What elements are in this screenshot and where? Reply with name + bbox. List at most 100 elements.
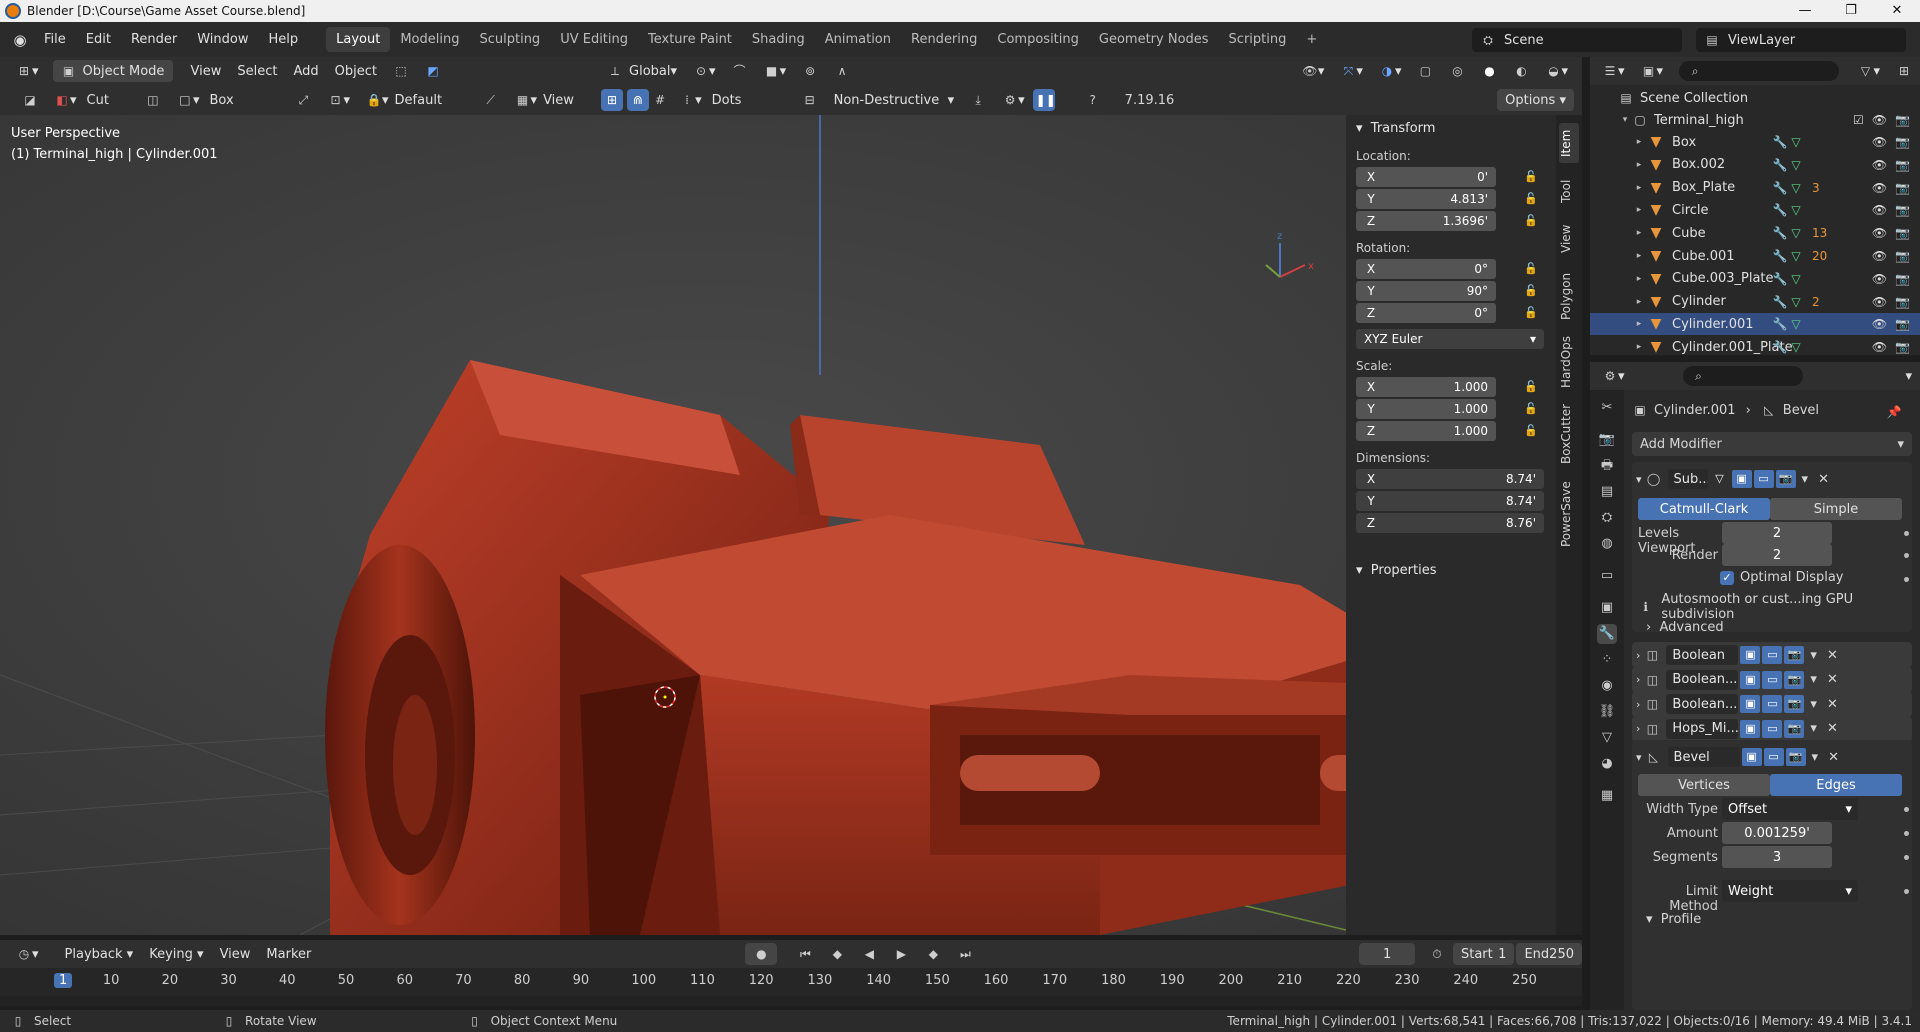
expand-icon[interactable]: ▸ — [1632, 297, 1646, 307]
snap-toggle[interactable]: ⌒ — [724, 60, 756, 82]
outliner-item[interactable]: ▸ ▼ Box_Plate 🔧 ▽ 3 👁 📷 — [1590, 177, 1920, 199]
collapse-icon[interactable]: ▾ — [1618, 115, 1632, 125]
edit-mode-icon[interactable]: ▣ — [1731, 470, 1752, 488]
edit-mode-icon[interactable]: ▣ — [1740, 646, 1761, 664]
width-type-dropdown[interactable]: Offset ▾ — [1722, 798, 1858, 820]
timeline-scrollbar[interactable] — [0, 996, 1582, 1006]
menu-window[interactable]: Window — [187, 32, 258, 47]
modifier-name-field[interactable]: Boolean.... — [1666, 669, 1739, 690]
scene-collection-row[interactable]: ▤ Scene Collection — [1590, 87, 1920, 109]
menu-playback[interactable]: Playback ▾ — [57, 943, 142, 965]
grid-toggle[interactable]: # — [649, 89, 671, 111]
camera-icon[interactable]: 📷 — [1895, 249, 1910, 263]
expand-icon[interactable]: › — [1636, 722, 1640, 735]
expand-icon[interactable]: › — [1636, 649, 1640, 662]
tab-polygon[interactable]: Polygon — [1559, 267, 1579, 325]
location-y-field[interactable]: Y 4.813' — [1356, 189, 1496, 209]
draw-mode-button[interactable]: ⤢ — [287, 89, 319, 111]
chevron-down-icon[interactable]: ▾ — [1810, 648, 1817, 663]
outliner-item[interactable]: ▸ ▼ Cylinder.001_Plate 🔧 ▽ 👁 📷 — [1590, 336, 1920, 355]
location-x-field[interactable]: X 0' — [1356, 167, 1496, 187]
segments-field[interactable]: 3 — [1722, 846, 1832, 868]
view-dropdown[interactable]: ▦ ▾ View — [507, 89, 602, 111]
tab-powersave[interactable]: PowerSave — [1559, 477, 1579, 551]
navigation-gizmo[interactable]: z x — [1265, 231, 1314, 278]
menu-object[interactable]: Object — [327, 60, 385, 82]
prev-keyframe-button[interactable]: ◆ — [821, 943, 853, 965]
viewport-display-icon[interactable]: ▭ — [1762, 695, 1783, 713]
dimension-y-field[interactable]: Y 8.74' — [1356, 491, 1544, 511]
tab-uv-editing[interactable]: UV Editing — [550, 27, 638, 52]
modifier-row[interactable]: › ◫ Hops_Mi... ▣ ▭ 📷 ▾ ✕ — [1632, 715, 1912, 742]
menu-render[interactable]: Render — [121, 32, 187, 47]
eye-icon[interactable]: 👁 — [1872, 249, 1887, 263]
expand-icon[interactable]: › — [1636, 698, 1640, 711]
minimize-button[interactable]: — — [1782, 0, 1828, 22]
destructive-icon-button[interactable]: ⊟ — [794, 89, 826, 111]
eye-icon[interactable]: 👁 — [1872, 158, 1887, 172]
expand-icon[interactable]: ▸ — [1632, 251, 1646, 261]
orientation-dropdown[interactable]: ⟂ Global ▾ — [599, 60, 685, 82]
outliner-search-input[interactable]: ⌕ — [1679, 61, 1840, 81]
tool-tab-icon[interactable]: ✂ — [1597, 398, 1617, 418]
modifier-row[interactable]: › ◫ Boolean.... ▣ ▭ 📷 ▾ ✕ — [1632, 691, 1912, 717]
overlays-toggle[interactable]: ◑ ▾ — [1371, 60, 1410, 82]
keyframe-dot-icon[interactable] — [1904, 807, 1909, 812]
camera-icon[interactable]: 📷 — [1895, 226, 1910, 240]
rotation-z-field[interactable]: Z 0° — [1356, 303, 1496, 323]
outliner-item[interactable]: ▸ ▼ Box.002 🔧 ▽ 👁 📷 — [1590, 154, 1920, 176]
tab-hardops[interactable]: HardOps — [1559, 333, 1579, 391]
timeline-ruler[interactable]: 1 10 20 30 40 50 60 70 80 90 100 110 120 130 140 150 160… — [0, 968, 1582, 996]
shading-rendered[interactable]: ◒ ▾ — [1537, 60, 1576, 82]
current-frame-field[interactable]: 1 — [1359, 943, 1415, 965]
menu-timeline-view[interactable]: View — [212, 943, 259, 965]
optimal-display-checkbox[interactable]: ✓ Optimal Display — [1720, 570, 1844, 585]
preview-range-toggle[interactable]: ⏱ — [1421, 943, 1453, 965]
tab-modeling[interactable]: Modeling — [390, 27, 469, 52]
tab-view[interactable]: View — [1559, 219, 1579, 259]
rotation-mode-dropdown[interactable]: XYZ Euler ▾ — [1356, 329, 1544, 349]
render-icon[interactable]: 📷 — [1784, 646, 1805, 664]
affect-only-button[interactable]: ◩ — [417, 60, 449, 82]
constraints-tab-icon[interactable]: ⛓ — [1597, 702, 1617, 722]
menu-edit[interactable]: Edit — [76, 32, 121, 47]
properties-search-input[interactable]: ⌕ — [1682, 366, 1803, 386]
expand-icon[interactable]: ▸ — [1632, 205, 1646, 215]
box-dropdown[interactable]: □ ▾ Box — [169, 89, 288, 111]
modifier-row[interactable]: › ◫ Boolean ▣ ▭ 📷 ▾ ✕ — [1632, 642, 1912, 668]
pause-toggle[interactable]: ❚❚ — [1032, 89, 1056, 111]
origin-dropdown[interactable]: ⊡ ▾ — [319, 89, 358, 111]
expand-icon[interactable]: ▸ — [1632, 319, 1646, 329]
viewport-display-icon[interactable]: ▭ — [1753, 470, 1774, 488]
render-tab-icon[interactable]: 📷 — [1597, 430, 1617, 450]
menu-marker[interactable]: Marker — [258, 943, 319, 965]
mode-operation-dropdown[interactable]: Non-Destructive ▾ — [826, 89, 963, 111]
eye-icon[interactable]: 👁 — [1872, 203, 1887, 217]
outliner-item[interactable]: ▸ ▼ Cube.003_Plate 🔧 ▽ 👁 📷 — [1590, 268, 1920, 290]
gizmos-toggle[interactable]: ⤧ ▾ — [1332, 60, 1371, 82]
maximize-button[interactable]: ❐ — [1828, 0, 1874, 22]
shading-material[interactable]: ◐ — [1505, 60, 1537, 82]
camera-icon[interactable]: 📷 — [1895, 317, 1910, 331]
lock-icon[interactable]: 🔓 — [1524, 402, 1538, 415]
edges-button[interactable]: Edges — [1770, 774, 1902, 796]
modifier-tab-icon[interactable]: 🔧 — [1597, 624, 1617, 644]
modifier-name-field[interactable]: Boolean — [1666, 645, 1739, 665]
object-tab-icon[interactable]: ▣ — [1597, 598, 1617, 618]
filter-dropdown[interactable]: ▽ ▾ — [1849, 60, 1888, 82]
advanced-subpanel-header[interactable]: › Advanced — [1646, 620, 1724, 635]
edit-mode-icon[interactable]: ▣ — [1740, 719, 1761, 738]
pivot-dropdown[interactable]: ⊙ ▾ — [685, 60, 724, 82]
dimension-x-field[interactable]: X 8.74' — [1356, 469, 1544, 489]
apply-icon-button[interactable]: ⤓ — [962, 89, 994, 111]
lock-icon[interactable]: 🔓 — [1524, 192, 1538, 205]
viewport-display-icon[interactable]: ▭ — [1763, 748, 1784, 766]
close-icon[interactable]: ✕ — [1827, 697, 1838, 712]
grid-snap-toggle[interactable]: ⊞ — [601, 89, 624, 111]
tab-tool[interactable]: Tool — [1559, 171, 1579, 211]
render-icon[interactable]: 📷 — [1784, 670, 1805, 689]
lock-icon[interactable]: 🔓 — [1524, 424, 1538, 437]
eye-icon[interactable]: 👁 — [1872, 181, 1887, 195]
collection-row[interactable]: ▾ ▢ Terminal_high ☑ 👁 📷 — [1590, 109, 1920, 131]
render-icon[interactable]: 📷 — [1784, 695, 1805, 713]
